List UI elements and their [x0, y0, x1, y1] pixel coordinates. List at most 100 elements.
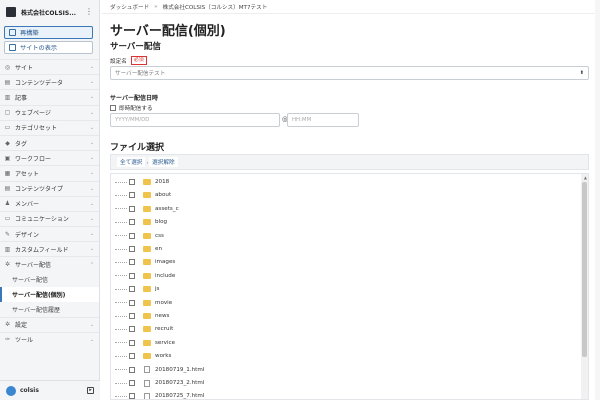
sidebar-item-assets[interactable]: ▦ アセット ⌄	[0, 165, 99, 180]
tree-connector	[115, 275, 127, 277]
file-checkbox[interactable]	[129, 326, 135, 333]
workflow-icon: ▣	[4, 154, 11, 162]
breadcrumb: ダッシュボード » 株式会社COLSIS（コルシス）MT7テスト	[101, 0, 600, 14]
file-checkbox[interactable]	[129, 179, 135, 185]
page-icon: ▢	[4, 109, 11, 117]
database-icon: ▤	[4, 78, 11, 86]
sidebar-item-members[interactable]: ♟ メンバー ⌄	[0, 195, 99, 211]
sidebar-subitem-server-delivery-individual[interactable]: サーバー配信(個別)	[0, 286, 99, 302]
file-checkbox[interactable]	[129, 232, 135, 239]
breadcrumb-current: 株式会社COLSIS（コルシス）MT7テスト	[162, 4, 268, 11]
sidebar-item-label: メンバー	[15, 201, 40, 209]
sidebar-item-tags[interactable]: ◆ タグ ⌄	[0, 134, 99, 150]
tree-connector	[115, 261, 127, 263]
file-checkbox[interactable]	[129, 219, 135, 226]
chevron-down-icon: ⌄	[89, 321, 95, 328]
sidebar-item-tools[interactable]: ✑ ツール ⌄	[0, 331, 99, 347]
tree-connector	[115, 221, 127, 223]
sidebar-item-communication[interactable]: ▭ コミュニケーション ⌄	[0, 210, 99, 226]
immediate-delivery-checkbox[interactable]	[110, 105, 116, 111]
main-content: ダッシュボード » 株式会社COLSIS（コルシス）MT7テスト サーバー配信(…	[101, 0, 600, 400]
sidebar-item-workflow[interactable]: ▣ ワークフロー ⌄	[0, 150, 99, 165]
time-input[interactable]: HH:MM	[287, 113, 359, 127]
tag-icon: ◆	[5, 139, 10, 147]
select-all-link[interactable]: 全て選択	[117, 157, 146, 167]
sidebar-item-pages[interactable]: ▢ ウェブページ ⌄	[0, 104, 99, 120]
file-row[interactable]: 20180725_7.html	[111, 388, 581, 399]
folder-icon	[143, 259, 151, 266]
file-name: service	[155, 339, 176, 346]
sidebar-item-label: 設定	[15, 322, 28, 330]
chevron-down-icon: ⌄	[89, 231, 95, 238]
file-checkbox[interactable]	[129, 192, 135, 199]
sidebar-item-settings[interactable]: ✲ 設定 ⌄	[0, 316, 99, 332]
file-checkbox[interactable]	[129, 313, 135, 319]
folder-icon	[143, 272, 151, 279]
scroll-up-icon[interactable]: ▲	[584, 175, 587, 180]
setting-name-label: 設定名 必須	[110, 56, 147, 65]
view-site-button[interactable]: サイトの表示	[4, 41, 93, 54]
required-badge: 必須	[130, 56, 147, 65]
settings-icon: ✲	[4, 321, 11, 329]
time-placeholder: HH:MM	[292, 117, 312, 123]
sidebar: 株式会社COLSIS... ⋮ 再構築 サイトの表示 ◎ サイト ⌄ ▤ コンテンツデ…	[0, 0, 100, 400]
file-checkbox[interactable]	[129, 299, 135, 306]
sidebar-item-site[interactable]: ◎ サイト ⌄	[0, 59, 99, 74]
sidebar-item-label: サーバー配信	[15, 262, 51, 270]
sidebar-item-label: アセット	[15, 170, 39, 178]
immediate-delivery-option[interactable]: 即時配信する	[110, 104, 153, 112]
date-placeholder: YYYY/MM/DD	[115, 117, 150, 123]
file-checkbox[interactable]	[129, 366, 135, 373]
sidebar-item-content-types[interactable]: ▤ コンテンツタイプ ⌄	[0, 180, 99, 196]
sidebar-item-content-data[interactable]: ▤ コンテンツデータ ⌄	[0, 74, 99, 89]
sidebar-item-category-sets[interactable]: ▭ カテゴリセット ⌄	[0, 119, 99, 135]
setting-name-select[interactable]: サーバー配信テスト ⬍	[110, 66, 589, 80]
breadcrumb-dashboard[interactable]: ダッシュボード	[110, 3, 149, 11]
file-checkbox[interactable]	[129, 272, 135, 279]
file-checkbox[interactable]	[129, 259, 135, 266]
main-scrollbar[interactable]	[595, 0, 600, 400]
chevron-up-icon: ⌃	[89, 261, 95, 268]
select-value: サーバー配信テスト	[115, 71, 166, 77]
sidebar-item-label: 記事	[15, 94, 28, 102]
toolbar-separator: ,	[146, 159, 149, 165]
file-checkbox[interactable]	[129, 339, 135, 346]
sidebar-item-server-delivery[interactable]: ✲ サーバー配信 ⌃	[0, 256, 99, 271]
chevron-down-icon: ⌄	[89, 109, 95, 116]
kebab-menu-icon[interactable]: ⋮	[85, 8, 93, 16]
site-name[interactable]: 株式会社COLSIS...	[21, 8, 85, 17]
sidebar-item-entries[interactable]: ▥ 記事 ⌄	[0, 89, 99, 104]
sidebar-item-design[interactable]: ✎ デザイン ⌄	[0, 226, 99, 241]
file-checkbox[interactable]	[129, 286, 135, 293]
sidebar-subitem-server-delivery[interactable]: サーバー配信	[0, 272, 99, 287]
palette-icon: ✎	[4, 230, 11, 238]
file-checkbox[interactable]	[129, 380, 135, 386]
tree-connector	[115, 302, 127, 304]
file-name: 20180723_2.html	[155, 380, 205, 386]
file-name: include	[155, 272, 176, 279]
file-icon	[144, 392, 150, 399]
sidebar-item-label: ワークフロー	[15, 155, 52, 163]
file-list-scrollbar[interactable]: ▲	[581, 174, 588, 399]
file-checkbox[interactable]	[129, 393, 135, 399]
folder-icon	[143, 326, 151, 333]
avatar[interactable]	[6, 385, 16, 396]
section-title: サーバー配信	[110, 42, 161, 52]
deselect-link[interactable]: 選択解除	[149, 157, 178, 167]
file-checkbox[interactable]	[129, 205, 135, 212]
date-input[interactable]: YYYY/MM/DD	[110, 113, 280, 127]
scroll-thumb[interactable]	[582, 182, 587, 357]
site-logo-icon	[6, 7, 16, 17]
tree-connector	[115, 194, 127, 196]
rebuild-button[interactable]: 再構築	[4, 26, 93, 39]
file-checkbox[interactable]	[129, 246, 135, 252]
chevron-down-icon: ⌄	[89, 185, 95, 192]
rebuild-icon	[9, 29, 16, 36]
file-checkbox[interactable]	[129, 353, 135, 360]
sidebar-subitem-server-delivery-history[interactable]: サーバー配信履歴	[0, 302, 99, 317]
collapse-sidebar-icon[interactable]: ▸	[87, 387, 94, 394]
view-site-label: サイトの表示	[20, 45, 58, 52]
sidebar-item-custom-fields[interactable]: ▥ カスタムフィールド ⌄	[0, 241, 99, 256]
folder-icon	[143, 232, 151, 239]
user-name[interactable]: colsis	[20, 387, 87, 394]
